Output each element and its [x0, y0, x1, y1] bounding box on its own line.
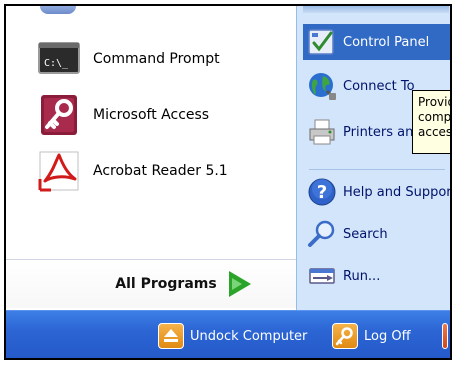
all-programs-label: All Programs — [115, 276, 217, 292]
power-icon — [442, 323, 448, 349]
menu-item-label: Connect To — [343, 78, 415, 94]
menu-item-control-panel[interactable]: Control Panel — [303, 24, 450, 60]
key-icon — [37, 93, 81, 137]
menu-item-label: Search — [343, 226, 388, 242]
menu-item-label: Run... — [343, 268, 381, 284]
globe-icon — [307, 71, 337, 101]
green-arrow-icon — [227, 271, 251, 297]
undock-label: Undock Computer — [190, 328, 308, 344]
start-menu: C:\_ Command Prompt Microsoft Access Acr… — [4, 4, 452, 360]
cmd-icon-text: C:\_ — [44, 58, 69, 69]
eject-icon — [158, 323, 184, 349]
all-programs-button[interactable]: All Programs — [6, 259, 296, 308]
menu-item-label: Help and Support — [343, 184, 452, 200]
program-item-acrobat-reader[interactable]: Acrobat Reader 5.1 — [37, 150, 287, 192]
tooltip-line: access your computer. — [418, 125, 452, 139]
previous-item-fragment — [303, 6, 449, 13]
turn-off-button-fragment[interactable] — [442, 322, 450, 350]
printer-icon — [307, 117, 337, 147]
program-item-microsoft-access[interactable]: Microsoft Access — [37, 94, 287, 136]
program-label: Microsoft Access — [93, 107, 210, 123]
system-links-pane: Control Panel Connect To Printers and Fa… — [296, 6, 452, 310]
menu-item-label: Control Panel — [343, 34, 430, 50]
help-icon: ? — [307, 177, 337, 207]
pinned-programs-pane: C:\_ Command Prompt Microsoft Access Acr… — [6, 6, 296, 310]
tooltip-line: complete and customize — [418, 110, 452, 124]
svg-text:?: ? — [317, 182, 327, 203]
key-icon — [332, 323, 358, 349]
menu-item-help-and-support[interactable]: ? Help and Support — [303, 174, 452, 210]
run-icon — [307, 261, 337, 291]
acrobat-icon — [37, 149, 81, 193]
command-prompt-icon: C:\_ — [37, 37, 81, 81]
menu-separator — [309, 169, 445, 170]
undock-computer-button[interactable]: Undock Computer — [158, 322, 307, 350]
log-off-button[interactable]: Log Off — [332, 322, 411, 350]
log-off-label: Log Off — [364, 328, 411, 344]
search-icon — [307, 219, 337, 249]
tooltip-line: Provides options for you to — [418, 95, 450, 109]
control-panel-icon — [307, 27, 337, 57]
previous-item-fragment — [40, 6, 76, 14]
menu-item-run[interactable]: Run... — [303, 258, 450, 294]
program-label: Acrobat Reader 5.1 — [93, 163, 228, 179]
control-panel-tooltip: Provides options for you to complete and… — [412, 90, 452, 154]
menu-item-search[interactable]: Search — [303, 216, 450, 252]
program-label: Command Prompt — [93, 51, 220, 67]
start-menu-footer: Undock Computer Log Off — [6, 310, 450, 358]
program-item-command-prompt[interactable]: C:\_ Command Prompt — [37, 38, 287, 80]
